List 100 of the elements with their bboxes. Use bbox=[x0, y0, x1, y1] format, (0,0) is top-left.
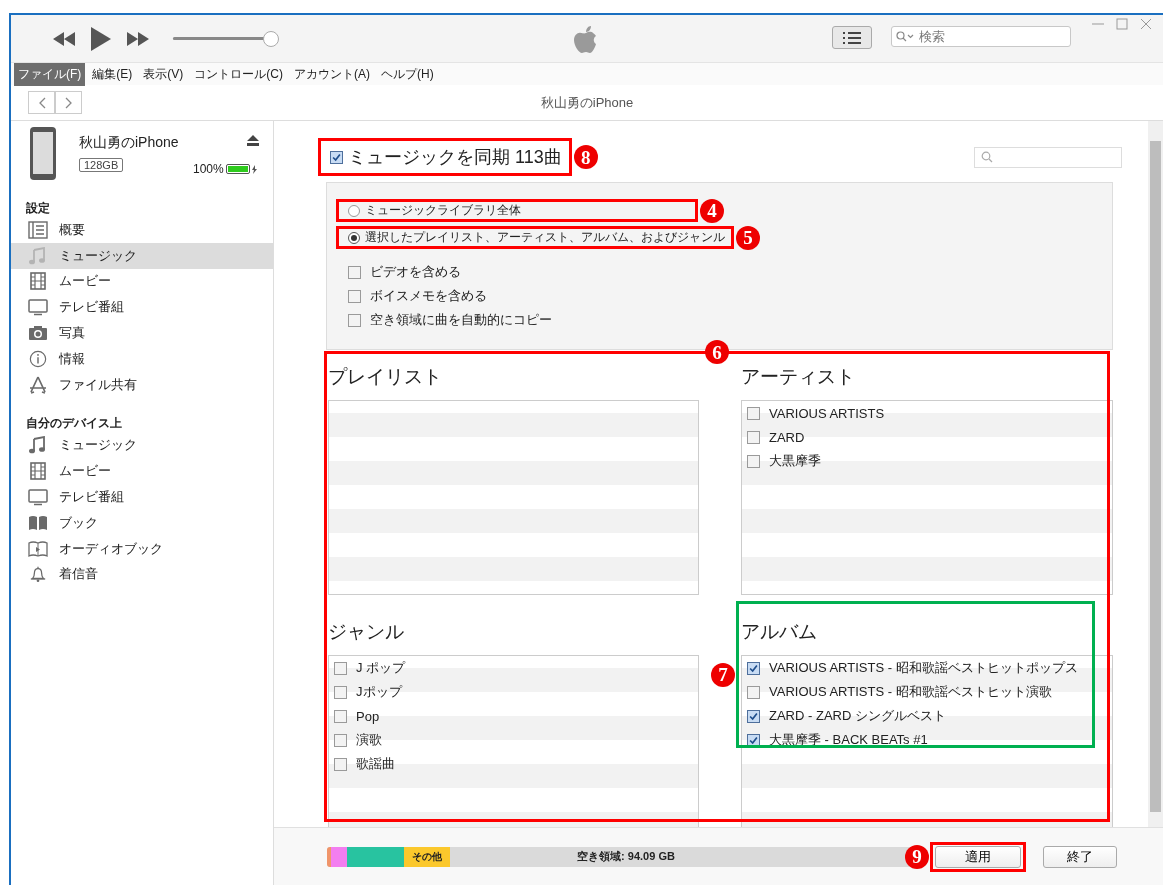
search-field[interactable]: 検索 bbox=[891, 26, 1071, 47]
number-badge: 4 bbox=[700, 198, 724, 223]
done-button[interactable]: 終了 bbox=[1043, 845, 1117, 868]
checkbox[interactable] bbox=[747, 430, 760, 444]
sidebar-item[interactable]: ファイル共有 bbox=[11, 371, 273, 398]
radio-button[interactable] bbox=[348, 231, 360, 244]
menu-item[interactable]: コントロール(C) bbox=[190, 62, 287, 86]
list-view-button[interactable] bbox=[832, 26, 872, 49]
forward-button[interactable] bbox=[55, 91, 82, 114]
free-space-label: 空き領域: 94.09 GB bbox=[577, 849, 675, 864]
option-label: ボイスメモを含める bbox=[370, 287, 487, 305]
list-item: 演歌 bbox=[356, 731, 382, 749]
checkbox[interactable] bbox=[747, 709, 760, 723]
list-item: Jポップ bbox=[356, 683, 402, 701]
sidebar-item[interactable]: 情報 bbox=[11, 346, 273, 372]
tools-icon bbox=[28, 375, 48, 394]
option-label: ミュージックライブラリ全体 bbox=[365, 202, 521, 219]
scrollbar[interactable] bbox=[1148, 121, 1163, 827]
list-item: ZARD bbox=[769, 429, 805, 445]
sidebar-item[interactable]: オーディオブック bbox=[11, 535, 273, 562]
list-title: アーティスト bbox=[741, 365, 855, 389]
menu-item[interactable]: ファイル(F) bbox=[14, 62, 86, 86]
list-item: VARIOUS ARTISTS - 昭和歌謡ベストヒットポップス bbox=[769, 659, 1078, 677]
list-icon bbox=[843, 31, 861, 44]
list-item: 歌謡曲 bbox=[356, 755, 395, 773]
list-item: 大黒摩季 - BACK BEATs #1 bbox=[769, 731, 928, 749]
monitor-icon bbox=[28, 488, 48, 507]
list-title: ジャンル bbox=[328, 620, 404, 644]
battery-icon bbox=[225, 164, 250, 174]
list-item: J ポップ bbox=[356, 659, 406, 677]
search-icon bbox=[896, 31, 914, 42]
list-title: アルバム bbox=[741, 620, 817, 644]
segment-label: その他 bbox=[412, 849, 442, 864]
checkbox[interactable] bbox=[747, 661, 760, 675]
menu-item[interactable]: 編集(E) bbox=[88, 62, 137, 86]
list-item: Pop bbox=[356, 708, 380, 724]
rewind-button[interactable] bbox=[53, 31, 75, 46]
sidebar-item[interactable]: テレビ番組 bbox=[11, 294, 273, 321]
sidebar-item[interactable]: 概要 bbox=[11, 217, 273, 243]
number-badge: 6 bbox=[705, 340, 729, 364]
search-icon bbox=[981, 151, 993, 163]
radio-button[interactable] bbox=[348, 204, 360, 217]
checkbox[interactable] bbox=[334, 661, 347, 675]
sidebar-item[interactable]: ブック bbox=[11, 509, 273, 536]
maximize-button[interactable] bbox=[1115, 17, 1129, 31]
song-count: 113曲 bbox=[515, 146, 562, 169]
menu-item[interactable]: ヘルプ(H) bbox=[377, 62, 438, 86]
sidebar-item[interactable]: 着信音 bbox=[11, 561, 273, 588]
checkbox[interactable] bbox=[334, 709, 347, 723]
sidebar-item[interactable]: ミュージック bbox=[11, 242, 273, 269]
sync-label: ミュージックを同期 bbox=[348, 146, 510, 169]
list-title: プレイリスト bbox=[328, 365, 442, 389]
apple-icon bbox=[573, 25, 599, 55]
bell-icon bbox=[28, 565, 48, 584]
capacity-label: 128GB bbox=[79, 158, 124, 172]
list-icon bbox=[28, 220, 48, 239]
volume-slider[interactable] bbox=[173, 30, 279, 47]
checkbox[interactable] bbox=[348, 313, 361, 327]
list-item: VARIOUS ARTISTS - 昭和歌謡ベストヒット演歌 bbox=[769, 683, 1052, 701]
checkbox[interactable] bbox=[334, 685, 347, 699]
number-badge: 5 bbox=[736, 225, 760, 250]
battery-percent: 100% bbox=[193, 162, 224, 176]
number-badge: 8 bbox=[573, 145, 598, 169]
sidebar-item[interactable]: ミュージック bbox=[11, 432, 273, 459]
checkbox[interactable] bbox=[747, 406, 760, 420]
sidebar-item[interactable]: ムービー bbox=[11, 458, 273, 485]
back-button[interactable] bbox=[28, 91, 55, 114]
checkbox[interactable] bbox=[348, 265, 361, 279]
fast-forward-button[interactable] bbox=[127, 31, 149, 46]
sidebar-item[interactable]: ムービー bbox=[11, 268, 273, 295]
list-item: VARIOUS ARTISTS bbox=[769, 405, 885, 421]
phone-icon bbox=[30, 127, 56, 180]
play-button[interactable] bbox=[91, 26, 111, 51]
checkbox[interactable] bbox=[747, 685, 760, 699]
chevron-left-icon bbox=[37, 96, 46, 109]
info-icon bbox=[28, 349, 48, 368]
checkbox[interactable] bbox=[348, 289, 361, 303]
book-icon bbox=[28, 539, 48, 558]
checkbox[interactable] bbox=[330, 150, 343, 164]
checkbox[interactable] bbox=[334, 733, 347, 747]
number-badge: 9 bbox=[905, 844, 929, 869]
menu-item[interactable]: 表示(V) bbox=[139, 62, 188, 86]
section-heading: 設定 bbox=[26, 199, 50, 217]
sidebar-item[interactable]: 写真 bbox=[11, 320, 273, 346]
list-item: ZARD - ZARD シングルベスト bbox=[769, 707, 946, 725]
search-field[interactable] bbox=[974, 146, 1122, 168]
option-label: 空き領域に曲を自動的にコピー bbox=[370, 311, 552, 329]
eject-icon[interactable] bbox=[247, 135, 259, 146]
camera-icon bbox=[28, 324, 48, 343]
menu-item[interactable]: アカウント(A) bbox=[290, 62, 374, 86]
sidebar-item[interactable]: テレビ番組 bbox=[11, 484, 273, 510]
number-badge: 7 bbox=[711, 662, 735, 687]
film-icon bbox=[28, 272, 48, 291]
close-button[interactable] bbox=[1139, 17, 1153, 31]
apply-button[interactable]: 適用 bbox=[935, 845, 1021, 868]
music-note-icon bbox=[28, 436, 48, 455]
checkbox[interactable] bbox=[334, 757, 347, 771]
section-heading: 自分のデバイス上 bbox=[26, 415, 122, 433]
checkbox[interactable] bbox=[747, 454, 760, 468]
monitor-icon bbox=[28, 298, 48, 317]
